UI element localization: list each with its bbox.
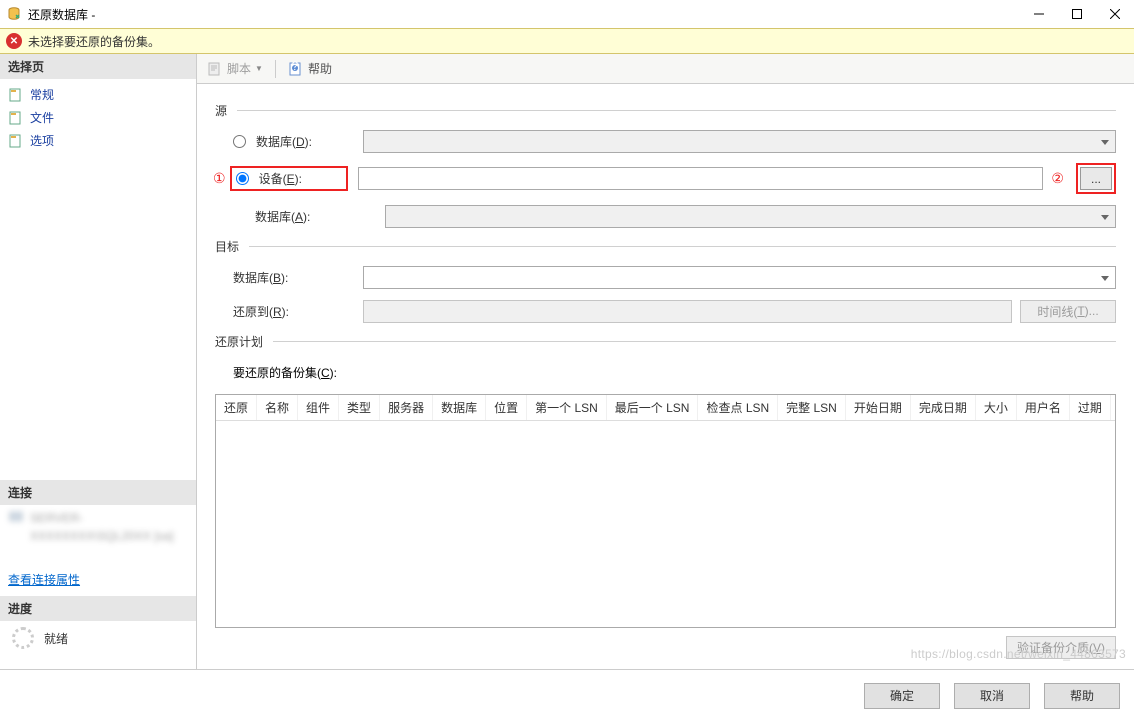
grid-column-header[interactable]: 用户名	[1017, 395, 1070, 420]
grid-column-header[interactable]: 第一个 LSN	[527, 395, 607, 420]
annotation-2: ②	[1051, 170, 1064, 187]
server-icon	[8, 509, 24, 525]
grid-column-header[interactable]: 组件	[298, 395, 339, 420]
group-source: 源	[215, 102, 1116, 119]
source-database-combo[interactable]	[363, 130, 1116, 153]
sidebar-item-general[interactable]: 常规	[0, 83, 196, 106]
progress-status: 就绪	[0, 621, 196, 669]
view-connection-props-link[interactable]: 查看连接属性	[0, 563, 196, 596]
grid-column-header[interactable]: 开始日期	[846, 395, 911, 420]
svg-text:?: ?	[292, 61, 299, 73]
backup-sets-grid[interactable]: 还原名称组件类型服务器数据库位置第一个 LSN最后一个 LSN检查点 LSN完整…	[215, 394, 1116, 628]
grid-column-header[interactable]: 大小	[976, 395, 1017, 420]
ok-button[interactable]: 确定	[864, 683, 940, 709]
source-db-label: 数据库(A):	[255, 208, 385, 225]
page-icon	[8, 110, 24, 126]
help-button[interactable]: ? 帮助	[284, 58, 336, 79]
help-label: 帮助	[308, 60, 332, 77]
main-toolbar: 脚本 ▼ ? 帮助	[197, 54, 1134, 84]
source-device-radio[interactable]: 设备(E):	[230, 166, 348, 191]
source-db-combo[interactable]	[385, 205, 1116, 228]
page-icon	[8, 87, 24, 103]
app-icon	[6, 6, 22, 22]
grid-column-header[interactable]: 还原	[216, 395, 257, 420]
window-title: 还原数据库 -	[28, 6, 1020, 23]
chevron-down-icon: ▼	[255, 64, 263, 73]
grid-column-header[interactable]: 类型	[339, 395, 380, 420]
sidebar: 选择页 常规 文件 选项 连接 SERVER-XXXXXXXX\SQL20XX …	[0, 54, 197, 669]
main-panel: 脚本 ▼ ? 帮助 源 数据库(D): ① 设备(E):	[197, 54, 1134, 669]
cancel-button[interactable]: 取消	[954, 683, 1030, 709]
grid-column-header[interactable]: 完成日期	[911, 395, 976, 420]
titlebar: 还原数据库 -	[0, 0, 1134, 28]
minimize-button[interactable]	[1020, 0, 1058, 28]
grid-body	[216, 421, 1115, 627]
progress-header: 进度	[0, 596, 196, 621]
script-label: 脚本	[227, 60, 251, 77]
grid-column-header[interactable]: 完整 LSN	[778, 395, 846, 420]
sidebar-item-options[interactable]: 选项	[0, 129, 196, 152]
source-database-radio[interactable]: 数据库(D):	[233, 133, 363, 150]
grid-column-header[interactable]: 数据库	[433, 395, 486, 420]
grid-column-header[interactable]: 检查点 LSN	[698, 395, 778, 420]
backupsets-label: 要还原的备份集(C):	[233, 364, 337, 381]
target-db-label: 数据库(B):	[233, 269, 363, 286]
target-db-combo[interactable]	[363, 266, 1116, 289]
source-device-input[interactable]	[358, 167, 1044, 190]
progress-icon	[12, 627, 34, 649]
help-button-footer[interactable]: 帮助	[1044, 683, 1120, 709]
progress-text: 就绪	[44, 630, 68, 647]
grid-column-header[interactable]: 名称	[257, 395, 298, 420]
sidebar-item-label: 文件	[30, 109, 54, 126]
select-page-header: 选择页	[0, 54, 196, 79]
close-button[interactable]	[1096, 0, 1134, 28]
error-icon: ✕	[6, 33, 22, 49]
connection-header: 连接	[0, 480, 196, 505]
grid-column-header[interactable]: 服务器	[380, 395, 433, 420]
warning-text: 未选择要还原的备份集。	[28, 33, 160, 50]
timeline-button: 时间线(T)...	[1020, 300, 1116, 323]
toolbar-separator	[275, 60, 276, 78]
browse-device-button[interactable]: ...	[1080, 167, 1112, 190]
verify-media-button: 验证备份介质(V)	[1006, 636, 1116, 659]
sidebar-item-label: 常规	[30, 86, 54, 103]
dialog-footer: 确定 取消 帮助	[0, 669, 1134, 721]
connection-info: SERVER-XXXXXXXX\SQL20XX [sa]	[0, 505, 196, 549]
grid-header: 还原名称组件类型服务器数据库位置第一个 LSN最后一个 LSN检查点 LSN完整…	[216, 395, 1115, 421]
restore-to-input	[363, 300, 1012, 323]
group-plan: 还原计划	[215, 333, 1116, 350]
warning-bar: ✕ 未选择要还原的备份集。	[0, 28, 1134, 54]
page-icon	[8, 133, 24, 149]
grid-column-header[interactable]: 位置	[486, 395, 527, 420]
sidebar-item-files[interactable]: 文件	[0, 106, 196, 129]
restore-to-label: 还原到(R):	[233, 303, 363, 320]
annotation-1: ①	[213, 170, 226, 187]
script-button[interactable]: 脚本 ▼	[203, 58, 267, 79]
sidebar-item-label: 选项	[30, 132, 54, 149]
group-target: 目标	[215, 238, 1116, 255]
grid-column-header[interactable]: 最后一个 LSN	[607, 395, 699, 420]
grid-column-header[interactable]: 过期	[1070, 395, 1111, 420]
maximize-button[interactable]	[1058, 0, 1096, 28]
